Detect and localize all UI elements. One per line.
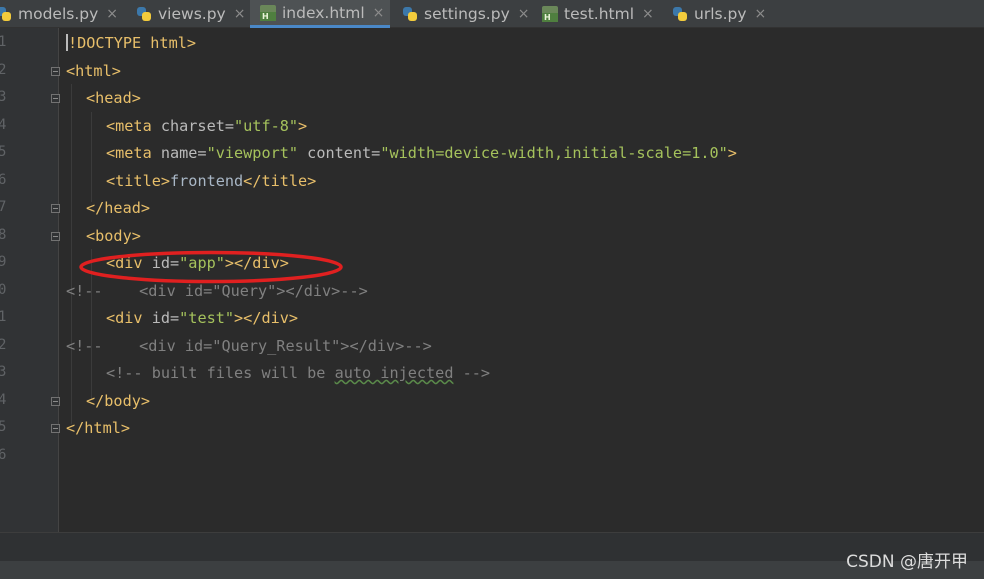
tag-token: <div	[106, 309, 143, 327]
line-number: 1	[0, 34, 7, 50]
comment-token: <!-- <div id="Query_Result"></div>-->	[66, 337, 432, 355]
annotation-ellipse	[79, 250, 343, 284]
tab-label: index.html	[282, 3, 365, 22]
tab-views-py[interactable]: views.py ×	[136, 0, 250, 28]
code-line-7: </head>	[86, 195, 150, 222]
value-token: "viewport"	[206, 144, 299, 162]
value-token: "width=device-width,initial-scale=1.0"	[380, 144, 728, 162]
fold-toggle-icon[interactable]	[51, 204, 60, 213]
tab-label: views.py	[158, 5, 226, 23]
line-number: 6	[0, 172, 7, 188]
code-line-13: <!-- built files will be auto injected -…	[106, 360, 490, 387]
body-close-token: </body>	[86, 392, 151, 410]
code-line-1: !DOCTYPE html>	[66, 30, 196, 57]
editor-bottom-strip	[0, 532, 984, 562]
value-token: "test"	[179, 309, 235, 327]
tag-token: >	[298, 117, 308, 135]
python-file-icon	[672, 6, 688, 22]
line-number: 5	[0, 144, 7, 160]
html-file-icon: H	[260, 4, 276, 21]
attribute-token: id=	[142, 309, 180, 327]
python-file-icon	[0, 6, 12, 22]
html-close-token: </html>	[66, 419, 131, 437]
value-token: "utf-8"	[234, 117, 299, 135]
fold-toggle-icon[interactable]	[51, 67, 60, 76]
tab-index-html[interactable]: H index.html ×	[250, 0, 390, 28]
html-icon-letter: H	[542, 13, 558, 22]
fold-toggle-icon[interactable]	[51, 232, 60, 241]
line-number: 5	[0, 419, 7, 435]
spelling-warning-token: auto injected	[334, 364, 454, 382]
tab-urls-py[interactable]: urls.py ×	[672, 0, 782, 28]
code-line-3: <head>	[86, 85, 141, 112]
tab-label: urls.py	[694, 5, 747, 23]
code-line-4: <meta charset="utf-8">	[106, 113, 307, 140]
line-number: 6	[0, 447, 7, 463]
doctype-token: !DOCTYPE html>	[68, 34, 197, 52]
line-number: 8	[0, 227, 7, 243]
head-open-token: <head>	[86, 89, 141, 107]
code-line-12: <!-- <div id="Query_Result"></div>-->	[66, 333, 432, 360]
comment-token: <!-- built files will be	[106, 364, 335, 382]
line-number: 3	[0, 89, 7, 105]
tab-label: settings.py	[424, 5, 510, 23]
html-file-icon: H	[542, 6, 558, 22]
status-bar	[0, 561, 984, 579]
html-open-token: <html>	[66, 62, 121, 80]
fold-toggle-icon[interactable]	[51, 424, 60, 433]
line-number: 3	[0, 364, 7, 380]
head-close-token: </head>	[86, 199, 151, 217]
close-icon[interactable]: ×	[755, 6, 767, 22]
line-number: 4	[0, 117, 7, 133]
close-icon[interactable]: ×	[642, 6, 654, 22]
fold-toggle-icon[interactable]	[51, 397, 60, 406]
code-line-8: <body>	[86, 223, 141, 250]
code-line-2: <html>	[66, 58, 121, 85]
editor-tab-bar: models.py × views.py × H index.html × se…	[0, 0, 984, 28]
attribute-token: content=	[298, 144, 381, 162]
indent-guide	[71, 84, 72, 424]
tab-models-py[interactable]: models.py ×	[0, 0, 130, 28]
watermark: CSDN @唐开甲	[846, 552, 968, 572]
attribute-token: name=	[151, 144, 207, 162]
python-file-icon	[402, 6, 418, 22]
line-number-gutter: 1 2 3 4 5 6 7 8 9 0 1 2 3 4 5 6	[0, 28, 60, 532]
close-icon[interactable]: ×	[373, 5, 385, 21]
code-line-15: </html>	[66, 415, 130, 442]
line-number: 2	[0, 62, 7, 78]
line-number: 2	[0, 337, 7, 353]
code-line-11: <div id="test"></div>	[106, 305, 298, 332]
html-icon-letter: H	[260, 11, 276, 21]
line-number: 7	[0, 199, 7, 215]
close-icon[interactable]: ×	[234, 6, 246, 22]
tag-token: >	[727, 144, 737, 162]
tag-token: <meta	[106, 144, 152, 162]
line-number: 1	[0, 309, 7, 325]
attribute-token: charset=	[151, 117, 235, 135]
line-number: 0	[0, 282, 7, 298]
tag-token: ></div>	[234, 309, 299, 327]
fold-toggle-icon[interactable]	[51, 94, 60, 103]
body-open-token: <body>	[86, 227, 141, 245]
line-number: 9	[0, 254, 7, 270]
comment-token: -->	[453, 364, 491, 382]
indent-guide	[91, 112, 92, 202]
tab-test-html[interactable]: H test.html ×	[542, 0, 662, 28]
tag-token: </title>	[243, 172, 317, 190]
text-token: frontend	[170, 172, 244, 190]
code-line-6: <title>frontend</title>	[106, 168, 316, 195]
tag-token: <meta	[106, 117, 152, 135]
close-icon[interactable]: ×	[518, 6, 530, 22]
tab-label: models.py	[18, 5, 99, 23]
close-icon[interactable]: ×	[106, 6, 118, 22]
line-number: 4	[0, 392, 7, 408]
code-line-14: </body>	[86, 388, 150, 415]
tag-token: <title>	[106, 172, 171, 190]
tab-label: test.html	[564, 5, 634, 23]
code-line-5: <meta name="viewport" content="width=dev…	[106, 140, 737, 167]
python-file-icon	[136, 6, 152, 22]
tab-settings-py[interactable]: settings.py ×	[402, 0, 532, 28]
